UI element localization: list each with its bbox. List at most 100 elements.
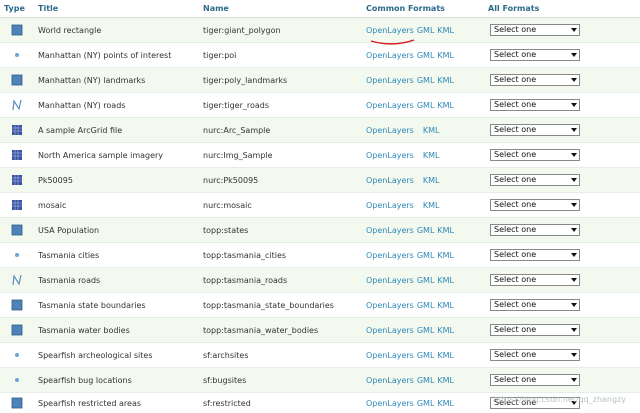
kml-link[interactable]: KML [437,326,454,335]
kml-link[interactable]: KML [423,151,440,160]
type-cell [0,143,34,168]
all-formats-select[interactable]: Select one [490,324,580,336]
all-formats-cell: Select one [484,393,640,413]
openlayers-link[interactable]: OpenLayers [366,326,414,335]
all-formats-select[interactable]: Select one [490,74,580,86]
all-formats-select[interactable]: Select one [490,397,580,409]
gml-link[interactable]: GML [417,251,435,260]
gml-link[interactable]: GML [417,351,435,360]
all-formats-cell: Select one [484,293,640,318]
openlayers-link[interactable]: OpenLayers [366,126,414,135]
openlayers-link[interactable]: OpenLayers [366,351,414,360]
openlayers-link[interactable]: OpenLayers [366,201,414,210]
gml-link[interactable]: GML [417,276,435,285]
raster-icon [11,124,23,136]
kml-link[interactable]: KML [437,276,454,285]
select-value: Select one [494,75,536,84]
kml-link[interactable]: KML [423,176,440,185]
gml-link[interactable]: GML [417,301,435,310]
all-formats-select[interactable]: Select one [490,174,580,186]
gml-link[interactable]: GML [417,226,435,235]
type-cell [0,168,34,193]
chevron-down-icon [571,328,577,332]
all-formats-select[interactable]: Select one [490,49,580,61]
all-formats-select[interactable]: Select one [490,224,580,236]
chevron-down-icon [571,303,577,307]
openlayers-link[interactable]: OpenLayers [366,301,414,310]
kml-link[interactable]: KML [437,351,454,360]
line-icon [11,99,23,111]
layer-title: Spearfish restricted areas [34,393,199,413]
layer-title: Spearfish bug locations [34,368,199,393]
openlayers-link[interactable]: OpenLayers [366,399,414,408]
select-value: Select one [494,325,536,334]
header-type: Type [0,0,34,18]
openlayers-link[interactable]: OpenLayers [366,226,414,235]
point-icon [11,374,23,386]
header-title: Title [34,0,199,18]
gml-link[interactable]: GML [417,76,435,85]
kml-link[interactable]: KML [437,376,454,385]
select-value: Select one [494,50,536,59]
kml-link[interactable]: KML [437,26,454,35]
all-formats-select[interactable]: Select one [490,274,580,286]
kml-link[interactable]: KML [423,126,440,135]
all-formats-select[interactable]: Select one [490,99,580,111]
openlayers-link[interactable]: OpenLayers [366,176,414,185]
common-formats-cell: OpenLayers KML [362,168,484,193]
gml-link[interactable]: GML [417,399,435,408]
kml-link[interactable]: KML [437,226,454,235]
all-formats-select[interactable]: Select one [490,249,580,261]
table-row: Spearfish archeological sitessf:archsite… [0,343,640,368]
kml-link[interactable]: KML [423,201,440,210]
table-row: Manhattan (NY) landmarkstiger:poly_landm… [0,68,640,93]
openlayers-link[interactable]: OpenLayers [366,251,414,260]
table-row: Spearfish bug locationssf:bugsitesOpenLa… [0,368,640,393]
layer-title: Spearfish archeological sites [34,343,199,368]
layer-title: Pk50095 [34,168,199,193]
table-row: Manhattan (NY) points of interesttiger:p… [0,43,640,68]
gml-link[interactable]: GML [417,376,435,385]
openlayers-link[interactable]: OpenLayers [366,51,414,60]
layer-name: nurc:mosaic [199,193,362,218]
gml-link[interactable]: GML [417,26,435,35]
all-formats-select[interactable]: Select one [490,374,580,386]
openlayers-link[interactable]: OpenLayers [366,376,414,385]
type-cell [0,318,34,343]
all-formats-select[interactable]: Select one [490,199,580,211]
kml-link[interactable]: KML [437,301,454,310]
kml-link[interactable]: KML [437,251,454,260]
gml-link[interactable]: GML [417,326,435,335]
kml-link[interactable]: KML [437,101,454,110]
line-icon [11,274,23,286]
common-formats-cell: OpenLayersGMLKML [362,43,484,68]
openlayers-link[interactable]: OpenLayers [366,151,414,160]
layer-title: Tasmania state boundaries [34,293,199,318]
header-all-formats: All Formats [484,0,640,18]
kml-link[interactable]: KML [437,399,454,408]
layer-title: North America sample imagery [34,143,199,168]
all-formats-select[interactable]: Select one [490,24,580,36]
openlayers-link[interactable]: OpenLayers [366,26,414,35]
point-icon [11,249,23,261]
all-formats-select[interactable]: Select one [490,124,580,136]
gml-link[interactable]: GML [417,101,435,110]
kml-link[interactable]: KML [437,76,454,85]
common-formats-cell: OpenLayersGMLKML [362,68,484,93]
all-formats-cell: Select one [484,368,640,393]
openlayers-link[interactable]: OpenLayers [366,276,414,285]
all-formats-cell: Select one [484,118,640,143]
kml-link[interactable]: KML [437,51,454,60]
layer-title: Manhattan (NY) points of interest [34,43,199,68]
all-formats-select[interactable]: Select one [490,349,580,361]
polygon-icon [11,299,23,311]
type-cell [0,343,34,368]
layer-name: tiger:tiger_roads [199,93,362,118]
all-formats-select[interactable]: Select one [490,149,580,161]
openlayers-link[interactable]: OpenLayers [366,76,414,85]
gml-link[interactable]: GML [417,51,435,60]
table-row: World rectangletiger:giant_polygonOpenLa… [0,18,640,43]
all-formats-select[interactable]: Select one [490,299,580,311]
layer-name: topp:tasmania_water_bodies [199,318,362,343]
openlayers-link[interactable]: OpenLayers [366,101,414,110]
